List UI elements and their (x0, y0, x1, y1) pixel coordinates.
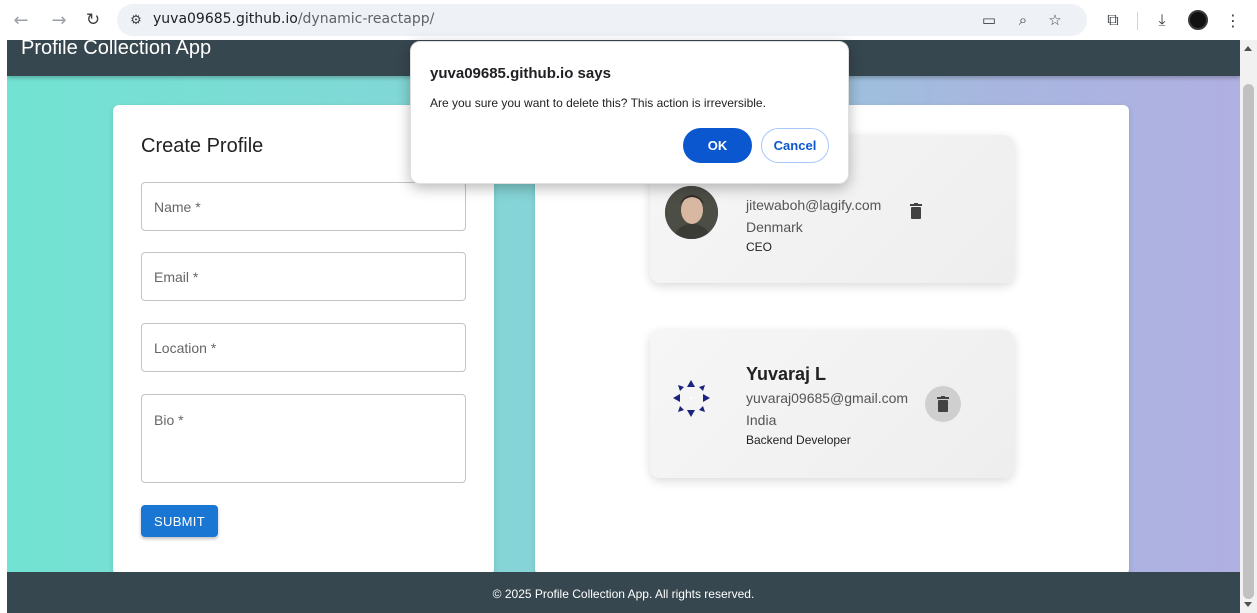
dialog-title: yuva09685.github.io says (430, 65, 611, 82)
profile-role: CEO (746, 240, 773, 254)
app-title: Profile Collection App (21, 40, 212, 59)
dialog-message: Are you sure you want to delete this? Th… (430, 96, 766, 110)
browser-toolbar: ← → ↻ ⚙ yuva09685.github.io/dynamic-reac… (0, 0, 1257, 40)
download-icon[interactable]: ⤓ (1151, 9, 1173, 31)
url-path: /dynamic-reactapp/ (297, 11, 435, 27)
site-settings-icon[interactable]: ⚙ (127, 11, 145, 29)
name-field[interactable]: Name * (141, 182, 466, 231)
submit-button[interactable]: SUBMIT (141, 505, 218, 537)
bio-field[interactable]: Bio * (141, 394, 466, 483)
confirm-dialog: yuva09685.github.io says Are you sure yo… (410, 41, 849, 184)
email-field-label: Email * (154, 269, 199, 285)
scrollbar-thumb[interactable] (1243, 84, 1254, 599)
profile-role: Backend Developer (746, 433, 851, 447)
bio-field-label: Bio * (154, 412, 184, 428)
url-host: yuva09685.github.io (153, 11, 298, 27)
logo-icon (673, 380, 710, 417)
profile-email: jitewaboh@lagify.com (746, 197, 882, 213)
trash-icon (910, 203, 922, 219)
back-arrow-icon[interactable]: ← (10, 9, 32, 31)
delete-button[interactable] (898, 193, 934, 229)
ok-button[interactable]: OK (683, 128, 752, 163)
profile-name: Yuvaraj L (746, 364, 827, 384)
profile-location: India (746, 412, 777, 428)
toolbar-divider (1137, 12, 1138, 30)
avatar (665, 186, 718, 239)
delete-button[interactable] (925, 386, 961, 422)
page-scrollbar[interactable] (1240, 40, 1257, 613)
form-title: Create Profile (141, 135, 264, 157)
app-footer: © 2025 Profile Collection App. All right… (7, 572, 1240, 613)
name-field-label: Name * (154, 199, 201, 215)
bookmark-star-icon[interactable]: ☆ (1045, 10, 1065, 30)
cancel-button[interactable]: Cancel (761, 128, 829, 163)
menu-kebab-icon[interactable]: ⋮ (1222, 9, 1244, 31)
forward-arrow-icon[interactable]: → (48, 9, 70, 31)
location-field-label: Location * (154, 340, 217, 356)
zoom-icon[interactable]: ⌕ (1013, 10, 1033, 30)
scroll-up-arrow-icon[interactable] (1244, 46, 1252, 51)
extensions-icon[interactable]: ⧉ (1102, 9, 1124, 31)
profile-avatar-icon[interactable] (1188, 10, 1208, 30)
reload-icon[interactable]: ↻ (82, 9, 104, 31)
profile-location: Denmark (746, 219, 803, 235)
profile-card: Yuvaraj L yuvaraj09685@gmail.com India B… (650, 330, 1014, 478)
scroll-down-arrow-icon[interactable] (1244, 602, 1252, 607)
avatar (665, 372, 718, 425)
location-field[interactable]: Location * (141, 323, 466, 372)
email-field[interactable]: Email * (141, 252, 466, 301)
cast-icon[interactable]: ▭ (979, 10, 999, 30)
url-text[interactable]: yuva09685.github.io/dynamic-reactapp/ (153, 11, 434, 27)
address-bar[interactable]: ⚙ yuva09685.github.io/dynamic-reactapp/ … (117, 4, 1087, 36)
profile-email: yuvaraj09685@gmail.com (746, 390, 909, 406)
trash-icon (937, 396, 949, 412)
footer-copyright: © 2025 Profile Collection App. All right… (492, 587, 755, 601)
person-photo-icon (665, 186, 718, 239)
